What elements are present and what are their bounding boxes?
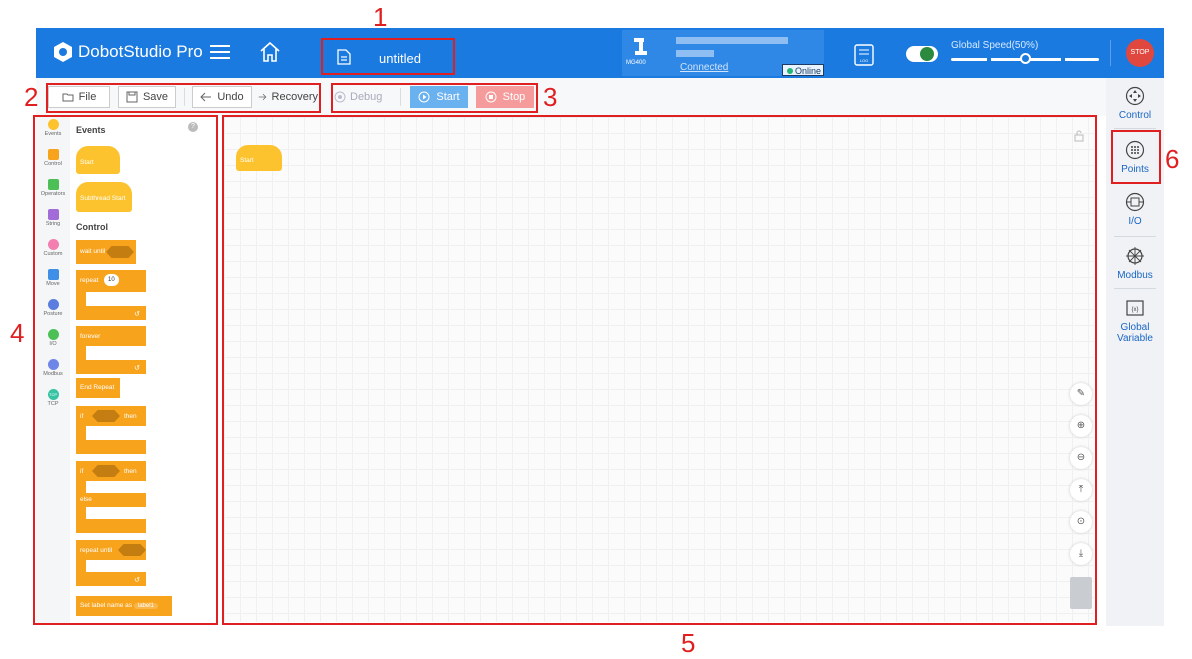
variable-icon: {x} [1126, 300, 1144, 316]
home-icon[interactable] [258, 40, 282, 64]
online-dot-icon [787, 68, 793, 74]
emergency-stop-button[interactable]: STOP [1126, 39, 1154, 67]
speed-slider[interactable] [951, 53, 1099, 64]
robot-status-panel[interactable]: MG400 Connected Online [622, 30, 824, 76]
toggle-knob-icon [920, 47, 934, 61]
dobot-logo-icon [54, 42, 72, 62]
app-title: DobotStudio Pro [78, 42, 203, 61]
annotation-number-2: 2 [24, 82, 39, 112]
annotation-box-1 [321, 38, 455, 75]
panel-divider [1114, 236, 1156, 237]
panel-divider [1114, 288, 1156, 289]
robot-name-blurred [676, 50, 714, 57]
slider-tick [987, 57, 991, 62]
annotation-box-4 [33, 115, 218, 625]
annotation-box-6 [1111, 130, 1161, 184]
slider-tick [1061, 57, 1065, 62]
robot-model: MG400 [626, 60, 646, 66]
panel-io[interactable]: I/O [1106, 192, 1164, 227]
annotation-box-5 [222, 115, 1097, 625]
panel-control[interactable]: Control [1106, 86, 1164, 121]
annotation-box-3 [331, 83, 538, 113]
connection-status[interactable]: Connected [680, 62, 728, 73]
annotation-number-1: 1 [373, 2, 388, 32]
annotation-number-6: 6 [1165, 144, 1180, 174]
log-icon[interactable]: LOG [854, 44, 874, 66]
online-badge: Online [782, 64, 824, 76]
speed-label: Global Speed(50%) [951, 40, 1039, 51]
slider-handle[interactable] [1020, 53, 1031, 64]
robot-ip-blurred [676, 37, 788, 44]
modbus-icon [1126, 247, 1144, 265]
enable-toggle[interactable] [906, 46, 938, 62]
annotation-number-4: 4 [10, 318, 25, 348]
robot-arm-icon [634, 38, 647, 55]
annotation-number-5: 5 [681, 628, 696, 658]
io-icon [1125, 192, 1145, 212]
panel-global-variable[interactable]: {x} Global Variable [1106, 298, 1164, 344]
annotation-box-2 [46, 83, 321, 113]
svg-text:LOG: LOG [860, 58, 868, 63]
header-divider [1110, 40, 1111, 66]
svg-text:{x}: {x} [1131, 307, 1138, 313]
panel-divider [1114, 128, 1156, 129]
control-icon [1125, 86, 1145, 106]
menu-icon[interactable] [210, 43, 230, 61]
panel-modbus[interactable]: Modbus [1106, 246, 1164, 281]
top-header: DobotStudio Pro untitled MG400 Connected… [36, 28, 1164, 78]
annotation-number-3: 3 [543, 82, 558, 112]
